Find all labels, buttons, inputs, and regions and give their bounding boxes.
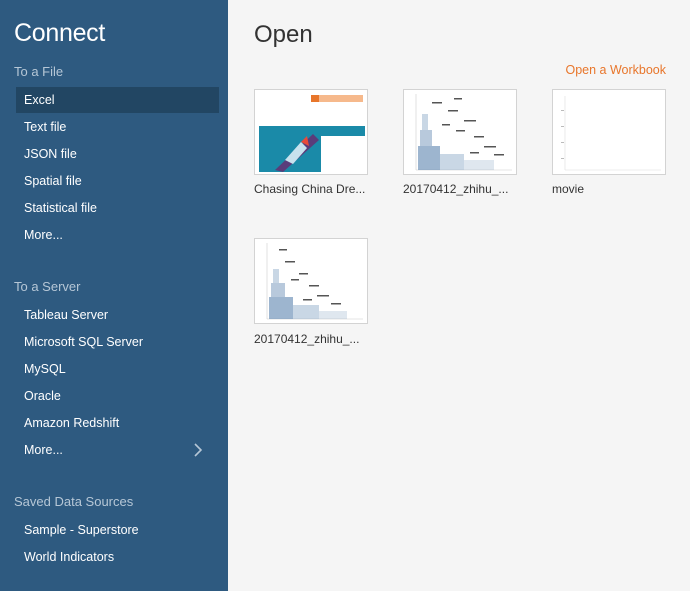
saved-sample-superstore[interactable]: Sample - Superstore [16,517,219,543]
connect-sidebar: Connect To a File Excel Text file JSON f… [0,0,228,591]
workbook-thumbnail-movie[interactable] [552,89,666,175]
saved-world-indicators[interactable]: World Indicators [16,544,219,570]
workbook-preview-image [561,96,661,171]
connect-amazon-redshift[interactable]: Amazon Redshift [16,410,219,436]
connect-json-file[interactable]: JSON file [16,141,219,167]
workbook-preview-image [415,94,512,171]
workbook-preview-image [259,95,365,172]
connect-mysql[interactable]: MySQL [16,356,219,382]
connect-oracle[interactable]: Oracle [16,383,219,409]
workbook-thumbnail-zhihu-1[interactable] [403,89,517,175]
server-more-label: More... [24,443,63,457]
open-title: Open [254,21,313,48]
to-a-server-label: To a Server [14,279,81,294]
workbook-thumbnail-zhihu-2[interactable] [254,238,368,324]
connect-spatial-file[interactable]: Spatial file [16,168,219,194]
workbook-thumbnail-chasing-china[interactable] [254,89,368,175]
workbook-preview-image [266,243,363,320]
chevron-right-icon [194,443,203,457]
workbook-label[interactable]: 20170412_zhihu_... [403,182,523,196]
workbook-label[interactable]: 20170412_zhihu_... [254,332,374,346]
connect-title: Connect [14,19,106,47]
open-workbook-link[interactable]: Open a Workbook [565,63,666,77]
to-a-file-label: To a File [14,64,64,79]
workbook-label[interactable]: Chasing China Dre... [254,182,374,196]
connect-excel[interactable]: Excel [16,87,219,113]
connect-text-file[interactable]: Text file [16,114,219,140]
connect-statistical-file[interactable]: Statistical file [16,195,219,221]
connect-server-more[interactable]: More... [16,437,219,463]
saved-data-sources-label: Saved Data Sources [14,494,134,509]
connect-tableau-server[interactable]: Tableau Server [16,302,219,328]
connect-file-more[interactable]: More... [16,222,219,248]
connect-ms-sql-server[interactable]: Microsoft SQL Server [16,329,219,355]
workbook-label[interactable]: movie [552,182,672,196]
